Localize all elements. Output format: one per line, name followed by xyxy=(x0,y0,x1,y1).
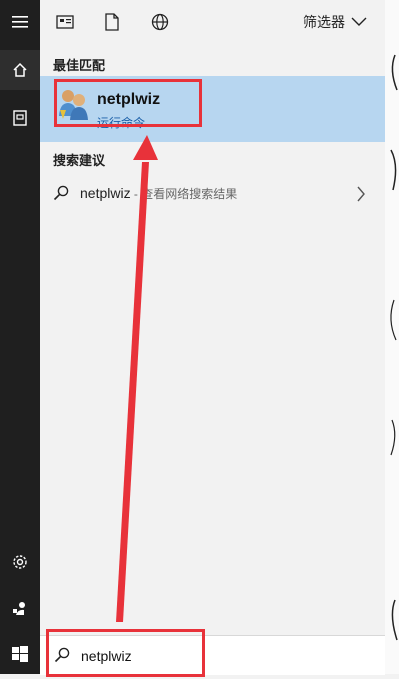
suggestion-term: netplwiz xyxy=(80,185,131,201)
search-results-panel: 筛选器 最佳匹配 netplwiz 运行命令 搜索建议 netplwiz - 查… xyxy=(40,0,385,674)
document-icon[interactable] xyxy=(102,12,122,32)
desktop-background xyxy=(385,0,399,674)
apps-icon[interactable] xyxy=(55,12,75,32)
annotation-highlight-box xyxy=(54,79,202,127)
home-icon[interactable] xyxy=(0,50,40,90)
best-match-heading: 最佳匹配 xyxy=(53,58,106,73)
web-icon[interactable] xyxy=(150,12,170,32)
results-toolbar: 筛选器 xyxy=(40,0,385,44)
filter-label: 筛选器 xyxy=(303,14,345,30)
document-icon[interactable] xyxy=(0,98,40,138)
suggestion-row[interactable]: netplwiz - 查看网络搜索结果 xyxy=(40,177,385,211)
hamburger-icon[interactable] xyxy=(0,2,40,42)
start-sidebar xyxy=(0,0,40,674)
search-box[interactable]: netplwiz xyxy=(40,629,385,677)
best-match-result[interactable]: netplwiz 运行命令 xyxy=(40,76,385,142)
suggestion-suffix: - 查看网络搜索结果 xyxy=(130,187,238,201)
suggestion-text: netplwiz - 查看网络搜索结果 xyxy=(80,185,237,202)
gear-icon[interactable] xyxy=(0,542,40,582)
suggestions-heading: 搜索建议 xyxy=(53,153,106,168)
annotation-highlight-box xyxy=(46,629,205,677)
chevron-right-icon[interactable] xyxy=(356,186,366,202)
windows-icon[interactable] xyxy=(0,634,40,674)
user-icon[interactable] xyxy=(0,588,40,628)
chevron-down-icon xyxy=(351,17,367,26)
filter-button[interactable]: 筛选器 xyxy=(303,12,367,32)
search-icon xyxy=(53,185,69,201)
